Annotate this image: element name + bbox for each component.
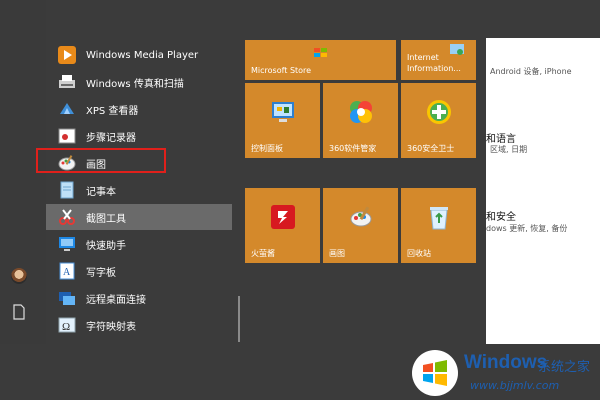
tile-iis[interactable]: Internet Information... [401,40,476,80]
tile-label: 360安全卫士 [407,144,455,153]
tile-label: Internet Information... [407,53,461,73]
app-item-windows-media-player[interactable]: Windows Media Player [46,42,232,68]
watermark-subtitle: 系统之家 [538,360,591,375]
settings-time-language-title[interactable]: 和语言 [486,130,516,145]
highlight-annotation [36,148,166,173]
tile-control-panel[interactable]: 控制面板 [245,83,320,158]
app-item-wordpad[interactable]: A 写字板 [46,258,232,284]
app-item-fax-scan[interactable]: Windows 传真和扫描 [46,69,232,95]
tile-360-security[interactable]: 360安全卫士 [401,83,476,158]
quick-assist-icon [56,233,78,255]
settings-window: Android 设备, iPhone 和语言 区域, 日期 和安全 dows 更… [486,38,600,344]
tile-label: 控制面板 [251,144,283,153]
app-item-xps-viewer[interactable]: XPS 查看器 [46,96,232,122]
firefly-icon [270,204,296,230]
store-icon [308,40,334,66]
app-item-notepad[interactable]: 记事本 [46,177,232,203]
tile-paint[interactable]: 画图 [323,188,398,263]
settings-update-security-desc: dows 更新, 恢复, 备份 [486,224,568,233]
fax-scan-icon [56,71,78,93]
app-label: 步骤记录器 [86,132,136,144]
360-security-icon [426,99,452,125]
recycle-bin-icon [426,204,452,230]
app-label: 字符映射表 [86,321,136,333]
watermark: Windows 系统之家 www.bjjmlv.com [400,346,600,400]
app-item-snipping-tool[interactable]: 截图工具 [46,204,232,230]
watermark-title: Windows [464,352,548,373]
tile-360-software[interactable]: 360软件管家 [323,83,398,158]
settings-update-security-title[interactable]: 和安全 [486,208,516,223]
app-item-character-map[interactable]: Ω 字符映射表 [46,312,232,338]
360-software-icon [348,99,374,125]
snipping-tool-icon [56,206,78,228]
tile-recycle-bin[interactable]: 回收站 [401,188,476,263]
remote-desktop-icon [56,287,78,309]
app-label: XPS 查看器 [86,105,139,117]
tile-microsoft-store[interactable]: Microsoft Store [245,40,396,80]
tile-label: 火萤酱 [251,249,275,258]
app-label: Windows Media Player [86,49,199,61]
notepad-icon [56,179,78,201]
tile-label: Microsoft Store [251,66,312,75]
app-label: 截图工具 [86,213,126,225]
tile-label: 回收站 [407,249,431,258]
app-label: 记事本 [86,186,116,198]
app-label: Windows 传真和扫描 [86,78,184,90]
character-map-icon: Ω [56,314,78,336]
app-item-steps-recorder[interactable]: 步骤记录器 [46,123,232,149]
watermark-url: www.bjjmlv.com [470,379,560,392]
windows-logo-icon [412,350,458,396]
app-list: Windows Media Player Windows 传真和扫描 XPS 查… [46,40,236,344]
tile-firefly[interactable]: 火萤酱 [245,188,320,263]
app-item-remote-desktop[interactable]: 远程桌面连接 [46,285,232,311]
documents-icon[interactable] [12,304,26,320]
xps-viewer-icon [56,98,78,120]
media-player-icon [56,44,78,66]
wordpad-icon: A [56,260,78,282]
tile-label: 360软件管家 [329,144,377,153]
app-label: 快速助手 [86,240,126,252]
tile-label: 画图 [329,249,345,258]
user-avatar[interactable] [11,268,27,284]
svg-text:A: A [63,267,71,278]
app-item-quick-assist[interactable]: 快速助手 [46,231,232,257]
control-panel-icon [270,99,296,125]
settings-phone-desc: Android 设备, iPhone [490,67,572,76]
paint-icon [348,204,374,230]
app-list-scrollbar[interactable] [238,296,240,342]
settings-time-language-desc: 区域, 日期 [490,145,528,154]
steps-recorder-icon [56,125,78,147]
svg-text:Ω: Ω [62,321,70,333]
app-label: 写字板 [86,267,116,279]
app-label: 远程桌面连接 [86,294,146,306]
